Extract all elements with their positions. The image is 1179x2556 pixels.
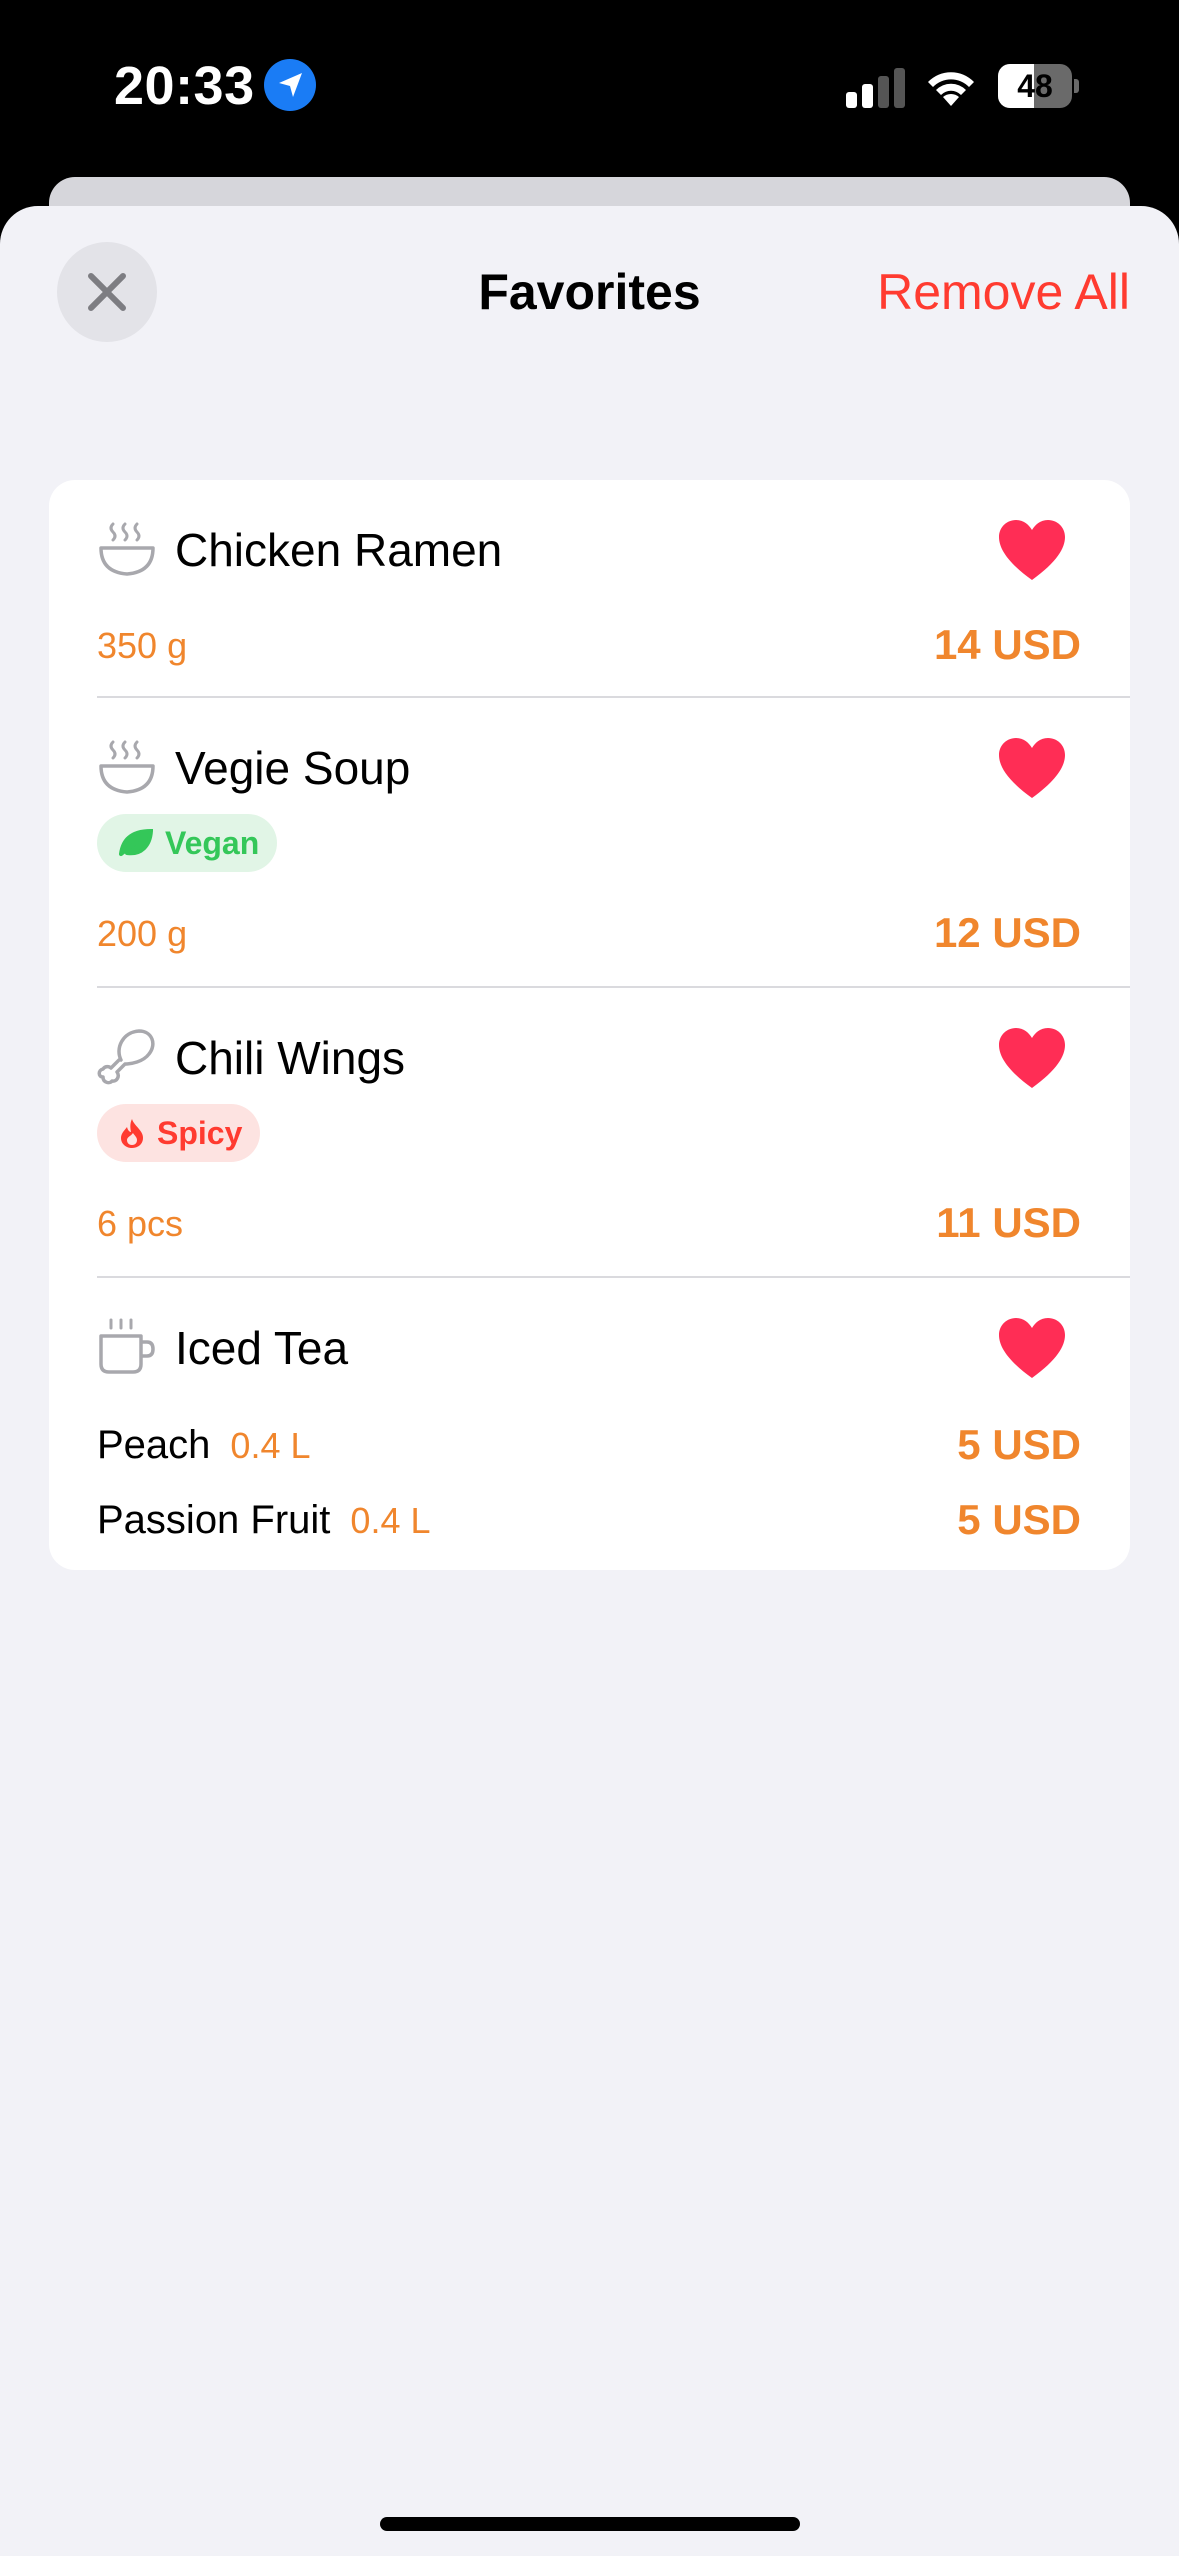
list-item-chili-wings[interactable]: Chili Wings Spicy 6 pcs 11 USD <box>49 988 1130 1278</box>
drumstick-icon <box>97 1029 155 1085</box>
bowl-icon <box>99 740 155 794</box>
tag-label: Vegan <box>165 825 260 861</box>
item-price: 14 USD <box>933 621 1081 668</box>
bowl-icon <box>99 522 155 576</box>
status-time: 20:33 <box>114 56 255 116</box>
cellular-signal-icon <box>846 68 905 108</box>
item-name: Chili Wings <box>175 1032 406 1084</box>
item-price: 11 USD <box>936 1199 1081 1246</box>
wifi-icon <box>928 72 974 106</box>
spicy-badge: Spicy <box>97 1104 261 1162</box>
status-bar: 20:33 48 <box>0 0 1179 175</box>
heart-icon[interactable] <box>997 1316 1067 1380</box>
item-name: Iced Tea <box>175 1322 349 1374</box>
battery-level: 48 <box>1017 68 1053 104</box>
list-item-iced-tea[interactable]: Iced Tea Peach 0.4 L 5 USD Passion Fruit 0… <box>49 1278 1130 1570</box>
list-item-vegie-soup[interactable]: Vegie Soup Vegan 200 g 12 USD <box>49 698 1130 988</box>
item-name: Vegie Soup <box>175 742 411 794</box>
item-quantity: 6 pcs <box>97 1203 184 1244</box>
heart-icon[interactable] <box>997 736 1067 800</box>
leaf-icon <box>119 828 153 856</box>
favorites-list: Chicken Ramen 350 g 14 USD Vegie Soup Ve… <box>49 480 1130 1570</box>
vegan-badge: Vegan <box>97 814 278 872</box>
item-name: Chicken Ramen <box>175 524 503 576</box>
flame-icon <box>121 1119 143 1148</box>
item-quantity: 200 g <box>97 913 188 954</box>
variant-name: Passion Fruit <box>97 1498 331 1542</box>
variant-price: 5 USD <box>957 1496 1081 1543</box>
home-indicator[interactable] <box>380 2517 800 2531</box>
item-quantity: 350 g <box>97 625 188 666</box>
item-price: 12 USD <box>933 909 1081 956</box>
remove-all-button[interactable]: Remove All <box>877 262 1130 322</box>
favorites-sheet: Favorites Remove All Chicken Ramen 350 g… <box>0 206 1179 2556</box>
variant-name: Peach <box>97 1423 211 1467</box>
heart-icon[interactable] <box>997 518 1067 582</box>
variant-item[interactable]: Passion Fruit 0.4 L <box>97 1495 431 1546</box>
list-item-chicken-ramen[interactable]: Chicken Ramen 350 g 14 USD <box>49 480 1130 698</box>
location-arrow-icon <box>264 59 316 111</box>
battery-icon: 48 <box>998 64 1079 108</box>
tag-label: Spicy <box>157 1115 243 1151</box>
cup-icon <box>99 1318 155 1374</box>
heart-icon[interactable] <box>997 1026 1067 1090</box>
variant-item[interactable]: Peach 0.4 L <box>97 1420 311 1471</box>
variant-price: 5 USD <box>957 1421 1081 1468</box>
variant-size: 0.4 L <box>230 1425 311 1466</box>
variant-size: 0.4 L <box>350 1500 431 1541</box>
